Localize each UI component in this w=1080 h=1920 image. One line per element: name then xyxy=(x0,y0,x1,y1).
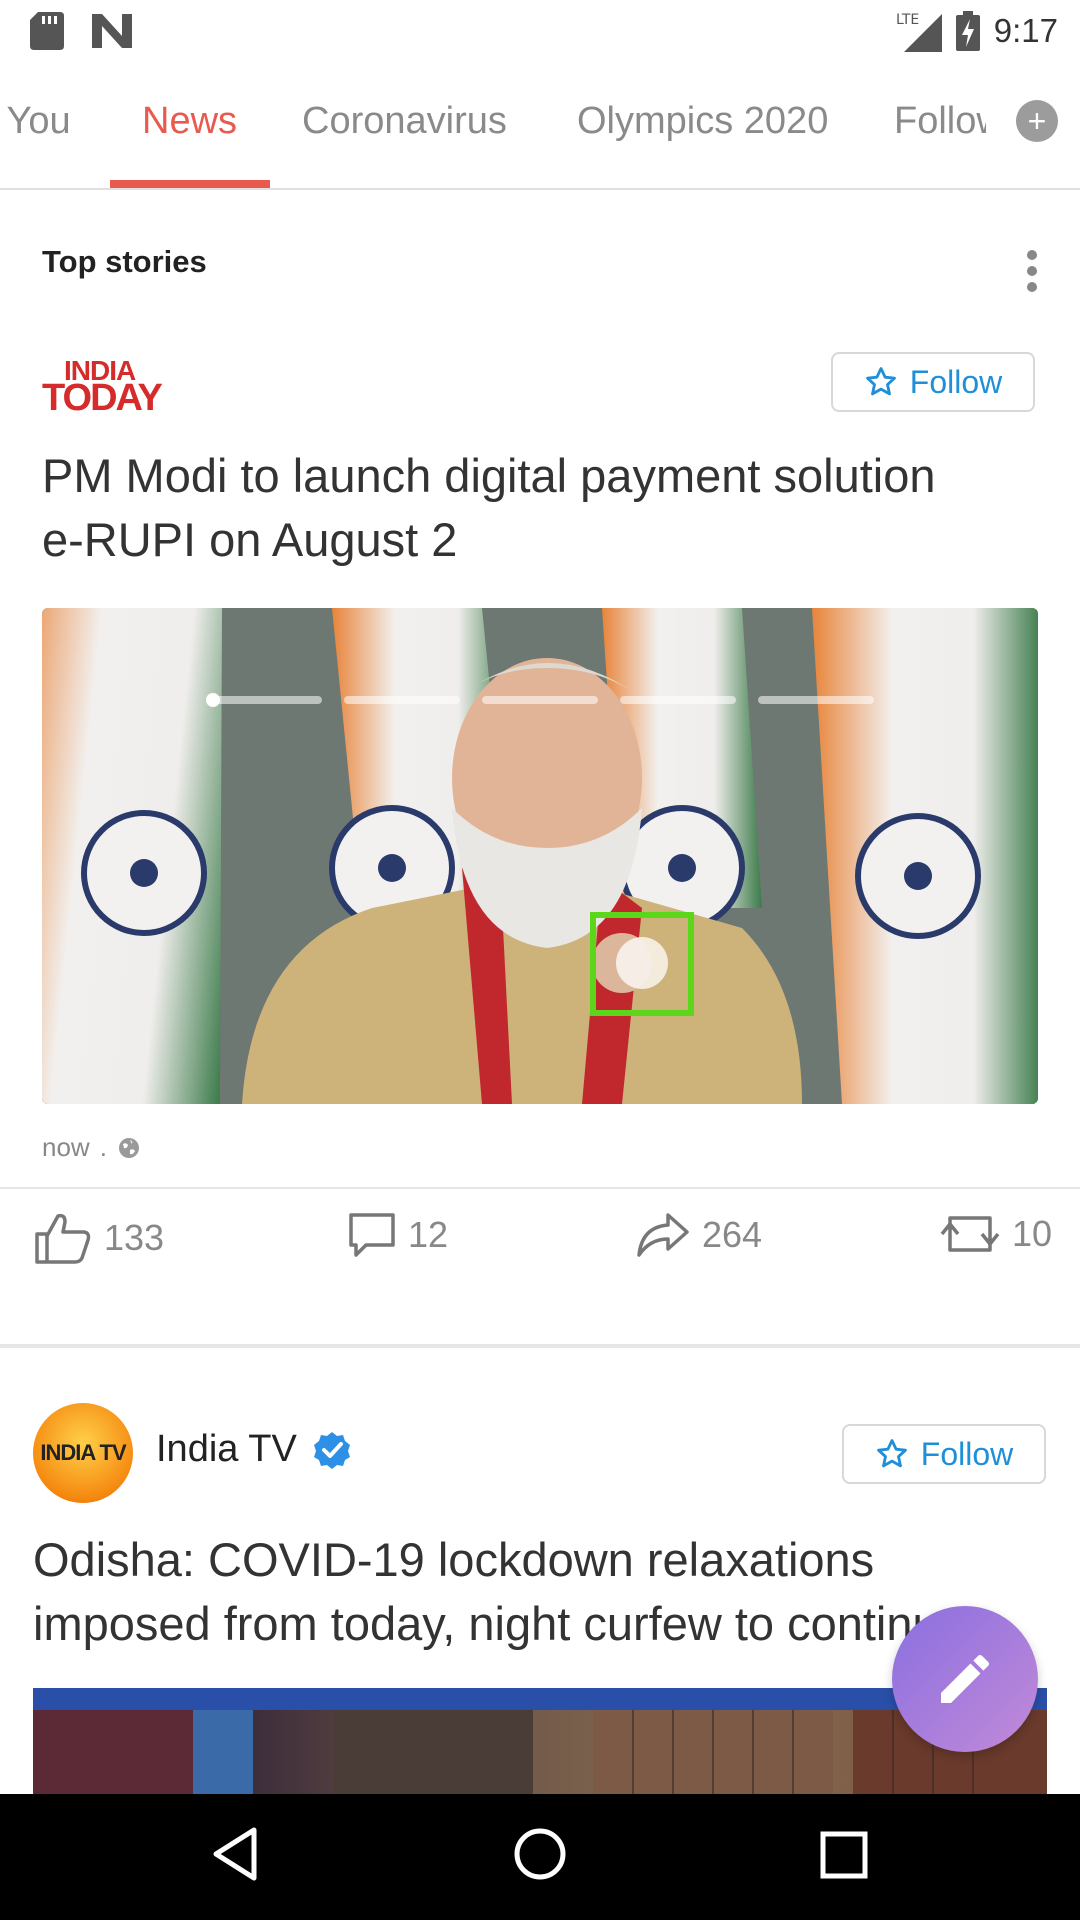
carousel-progress xyxy=(206,693,874,707)
section-title: Top stories xyxy=(42,244,207,279)
post-meta: now . xyxy=(42,1132,141,1163)
star-icon xyxy=(865,367,896,396)
tab-olympics-2020[interactable]: Olympics 2020 xyxy=(577,100,828,143)
post-image-carousel[interactable] xyxy=(42,608,1038,1104)
tab-news[interactable]: News xyxy=(142,100,237,143)
post-image[interactable] xyxy=(33,1688,1047,1794)
active-tab-indicator xyxy=(110,180,270,188)
post-time: now xyxy=(42,1132,90,1162)
compose-button[interactable] xyxy=(892,1606,1038,1752)
svg-text:LTE: LTE xyxy=(896,12,919,28)
post-actions: 133 12 264 10 xyxy=(0,1212,1080,1272)
status-bar: LTE 9:17 xyxy=(0,0,1080,62)
star-icon xyxy=(876,1439,907,1468)
edit-icon xyxy=(941,1654,990,1703)
follow-button[interactable]: Follow xyxy=(842,1424,1046,1484)
repost-icon xyxy=(940,1216,1000,1252)
comment-icon xyxy=(349,1213,395,1257)
home-icon[interactable] xyxy=(512,1824,568,1884)
tab-for-you[interactable]: r You xyxy=(0,100,71,143)
recents-icon[interactable] xyxy=(818,1824,870,1884)
post-image xyxy=(42,608,1038,1104)
system-nav-bar xyxy=(0,1794,1080,1920)
n-logo-icon xyxy=(92,14,132,48)
thumbs-up-icon xyxy=(35,1213,91,1264)
india-tv-logo[interactable]: INDIA TV xyxy=(33,1403,133,1503)
like-button[interactable]: 133 xyxy=(34,1212,164,1264)
india-today-logo[interactable]: INDIA TODAY xyxy=(42,355,174,419)
tab-coronavirus[interactable]: Coronavirus xyxy=(302,100,507,143)
clock: 9:17 xyxy=(993,12,1058,49)
tab-following[interactable]: Follow xyxy=(894,100,986,143)
source-name[interactable]: India TV xyxy=(156,1428,297,1471)
comment-button[interactable]: 12 xyxy=(348,1212,448,1258)
battery-charging-icon xyxy=(955,11,980,51)
divider xyxy=(0,1187,1080,1189)
globe-icon xyxy=(118,1137,139,1158)
more-vert-icon[interactable] xyxy=(1024,250,1040,292)
share-icon xyxy=(637,1213,689,1257)
repost-button[interactable]: 10 xyxy=(940,1212,1052,1256)
follow-button[interactable]: Follow xyxy=(831,352,1035,412)
sd-card-icon xyxy=(30,12,64,50)
back-icon[interactable] xyxy=(210,1824,260,1884)
share-button[interactable]: 264 xyxy=(636,1212,762,1258)
category-tabs: r You News Coronavirus Olympics 2020 Fol… xyxy=(0,66,1080,190)
plus-icon: + xyxy=(1027,102,1047,139)
verified-icon xyxy=(314,1432,350,1469)
signal-icon: LTE xyxy=(896,12,942,52)
meta-separator: . xyxy=(99,1132,107,1162)
add-tab-button[interactable]: + xyxy=(1016,100,1058,142)
post-headline[interactable]: PM Modi to launch digital payment soluti… xyxy=(42,444,1042,572)
market-image xyxy=(33,1688,1047,1794)
section-divider xyxy=(0,1344,1080,1348)
